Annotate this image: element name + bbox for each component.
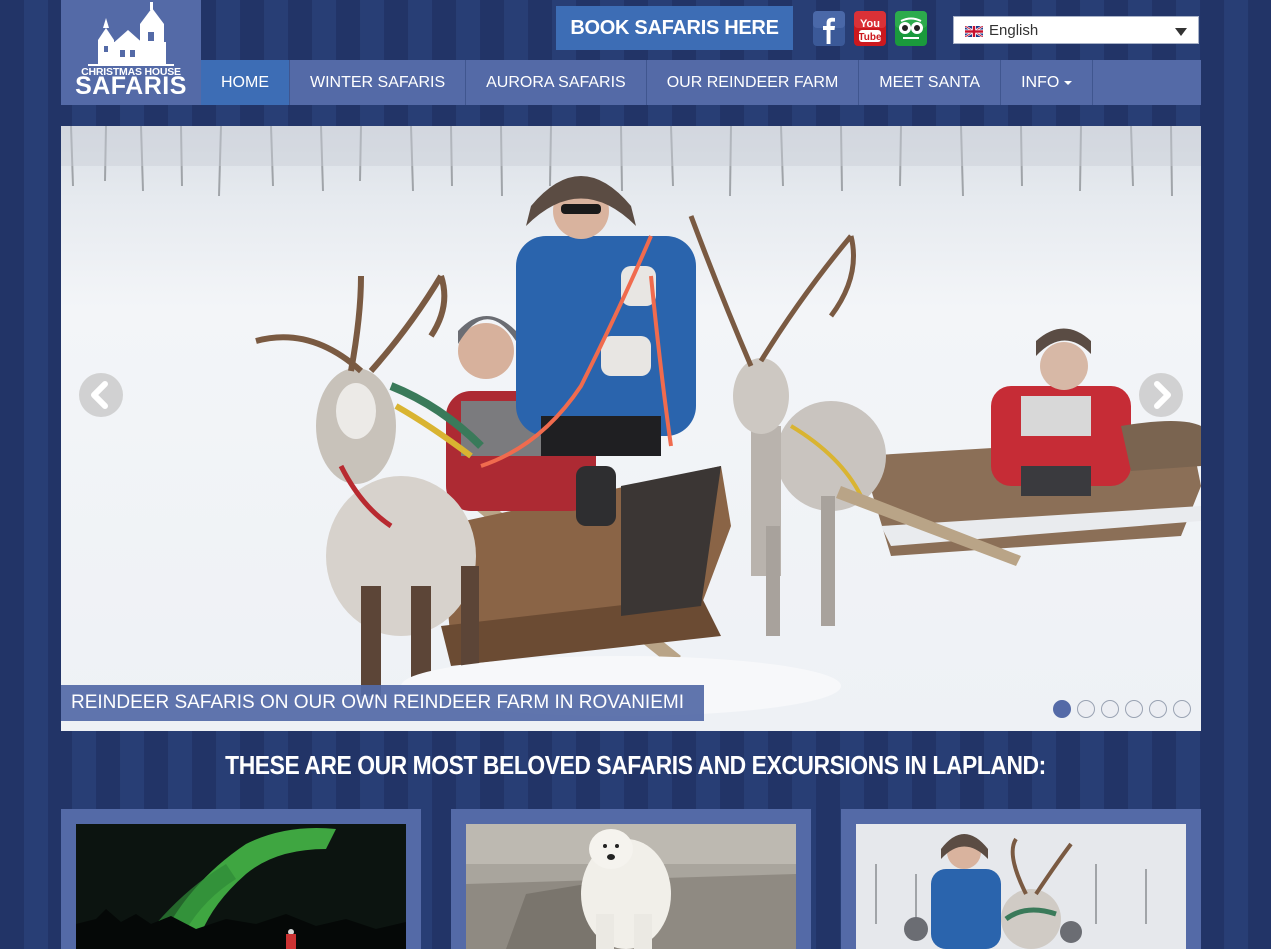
- facebook-icon[interactable]: [813, 11, 845, 46]
- slider-dot[interactable]: [1053, 700, 1071, 718]
- chevron-right-icon: [1154, 381, 1171, 409]
- slider-dot[interactable]: [1173, 700, 1191, 718]
- polar-bear-photo[interactable]: [466, 824, 796, 949]
- youtube-icon[interactable]: You Tube: [854, 11, 886, 46]
- youtube-you-text: You: [860, 18, 880, 30]
- reindeer-sleigh-ride-photo: [61, 126, 1201, 731]
- aurora-borealis-photo[interactable]: [76, 824, 406, 949]
- section-title: THESE ARE OUR MOST BELOVED SAFARIS AND E…: [225, 750, 1046, 780]
- chevron-down-icon: [1175, 28, 1187, 36]
- slider-dot[interactable]: [1125, 700, 1143, 718]
- chevron-left-icon: [91, 381, 108, 409]
- nav-item-info-label: INFO: [1021, 74, 1060, 91]
- safari-card[interactable]: [841, 809, 1201, 949]
- slider-dot[interactable]: [1149, 700, 1167, 718]
- reindeer-safari-photo[interactable]: [856, 824, 1186, 949]
- nav-item-reindeer-farm[interactable]: OUR REINDEER FARM: [647, 60, 860, 105]
- youtube-tube-text: Tube: [858, 32, 882, 43]
- site-logo[interactable]: CHRISTMAS HOUSE SAFARIS: [61, 0, 201, 105]
- nav-item-info[interactable]: INFO: [1001, 60, 1094, 105]
- nav-item-winter-safaris[interactable]: WINTER SAFARIS: [290, 60, 467, 105]
- slide-caption: REINDEER SAFARIS ON OUR OWN REINDEER FAR…: [61, 685, 704, 721]
- uk-flag-icon: [965, 26, 983, 37]
- slider-dot[interactable]: [1077, 700, 1095, 718]
- logo-text-main: SAFARIS: [75, 72, 187, 100]
- language-select[interactable]: English: [953, 16, 1199, 44]
- main-nav: HOME WINTER SAFARIS AURORA SAFARIS OUR R…: [201, 60, 1201, 105]
- slider-pagination: [1053, 700, 1191, 718]
- nav-item-home[interactable]: HOME: [201, 60, 290, 105]
- house-logo-icon: [88, 2, 174, 66]
- nav-item-meet-santa[interactable]: MEET SANTA: [859, 60, 1002, 105]
- slider-next-button[interactable]: [1139, 373, 1183, 417]
- tripadvisor-icon[interactable]: [895, 11, 927, 46]
- caret-down-icon: [1064, 80, 1073, 85]
- book-safaris-button[interactable]: BOOK SAFARIS HERE: [556, 6, 793, 50]
- safari-card[interactable]: [451, 809, 811, 949]
- slider-prev-button[interactable]: [79, 373, 123, 417]
- language-selected: English: [989, 22, 1039, 39]
- slider-dot[interactable]: [1101, 700, 1119, 718]
- safari-card[interactable]: [61, 809, 421, 949]
- hero-slider: REINDEER SAFARIS ON OUR OWN REINDEER FAR…: [61, 126, 1201, 731]
- nav-item-aurora-safaris[interactable]: AURORA SAFARIS: [466, 60, 647, 105]
